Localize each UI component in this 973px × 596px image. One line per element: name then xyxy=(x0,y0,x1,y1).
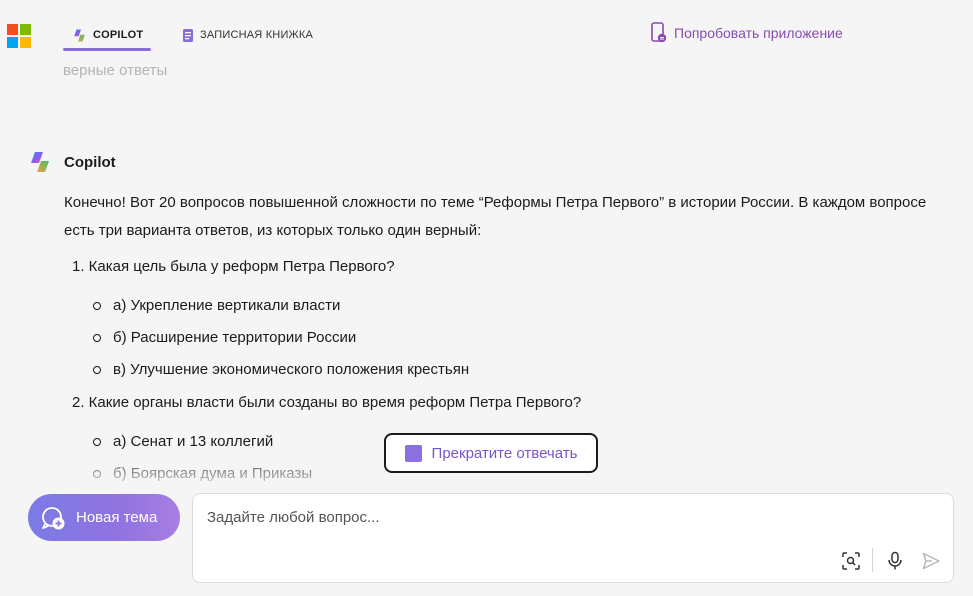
visual-search-button[interactable] xyxy=(839,549,863,573)
send-icon xyxy=(922,552,940,570)
try-app-label: Попробовать приложение xyxy=(674,25,843,41)
message-intro: Конечно! Вот 20 вопросов повышенной слож… xyxy=(64,194,927,239)
option-text: а) Сенат и 13 коллегий xyxy=(113,433,274,450)
visual-search-icon xyxy=(842,552,860,570)
tab-notebook[interactable]: ЗАПИСНАЯ КНИЖКА xyxy=(182,20,313,50)
bullet-icon xyxy=(93,437,101,446)
notebook-icon xyxy=(183,28,193,42)
question-2: 2. Какие органы власти были созданы во в… xyxy=(72,394,582,411)
option-text: в) Улучшение экономического положения кр… xyxy=(113,361,470,378)
list-item: б) Расширение территории России xyxy=(93,329,356,346)
microphone-button[interactable] xyxy=(883,549,907,573)
option-text: а) Укрепление вертикали власти xyxy=(113,297,341,314)
tab-copilot-label: COPILOT xyxy=(93,29,144,41)
stop-responding-button[interactable]: Прекратите отвечать xyxy=(384,433,598,473)
author-name: Copilot xyxy=(64,153,116,171)
tab-notebook-label: ЗАПИСНАЯ КНИЖКА xyxy=(200,29,314,41)
try-app-link[interactable]: Попробовать приложение xyxy=(650,22,843,44)
list-item: а) Укрепление вертикали власти xyxy=(93,297,340,314)
stop-responding-label: Прекратите отвечать xyxy=(431,444,578,462)
bullet-icon xyxy=(93,469,101,478)
bullet-icon xyxy=(93,365,101,374)
list-item: б) Боярская дума и Приказы xyxy=(93,465,312,482)
new-topic-label: Новая тема xyxy=(76,509,158,526)
option-text: б) Расширение территории России xyxy=(113,329,357,346)
send-button[interactable] xyxy=(919,549,943,573)
previous-message-fragment: верные ответы xyxy=(63,62,168,79)
chat-input[interactable] xyxy=(207,509,807,533)
top-bar: COPILOT ЗАПИСНАЯ КНИЖКА Попробовать прил… xyxy=(0,0,973,60)
tab-copilot[interactable]: COPILOT xyxy=(72,20,143,50)
copilot-icon xyxy=(74,29,85,41)
active-tab-indicator xyxy=(63,48,151,51)
message-author: Copilot xyxy=(28,150,116,174)
list-item: в) Улучшение экономического положения кр… xyxy=(93,361,469,378)
toolbar-divider xyxy=(872,548,873,572)
list-item: а) Сенат и 13 коллегий xyxy=(93,433,273,450)
bullet-icon xyxy=(93,333,101,342)
stop-icon xyxy=(404,444,422,462)
new-chat-icon xyxy=(42,506,65,529)
microphone-icon xyxy=(888,551,902,570)
microsoft-logo-icon[interactable] xyxy=(7,24,31,48)
new-topic-button[interactable]: Новая тема xyxy=(28,494,180,541)
chat-input-box xyxy=(192,493,954,583)
copilot-avatar-icon xyxy=(31,152,49,172)
option-text: б) Боярская дума и Приказы xyxy=(113,465,313,482)
question-1: 1. Какая цель была у реформ Петра Первог… xyxy=(72,258,395,275)
phone-app-icon xyxy=(651,22,667,43)
bullet-icon xyxy=(93,301,101,310)
